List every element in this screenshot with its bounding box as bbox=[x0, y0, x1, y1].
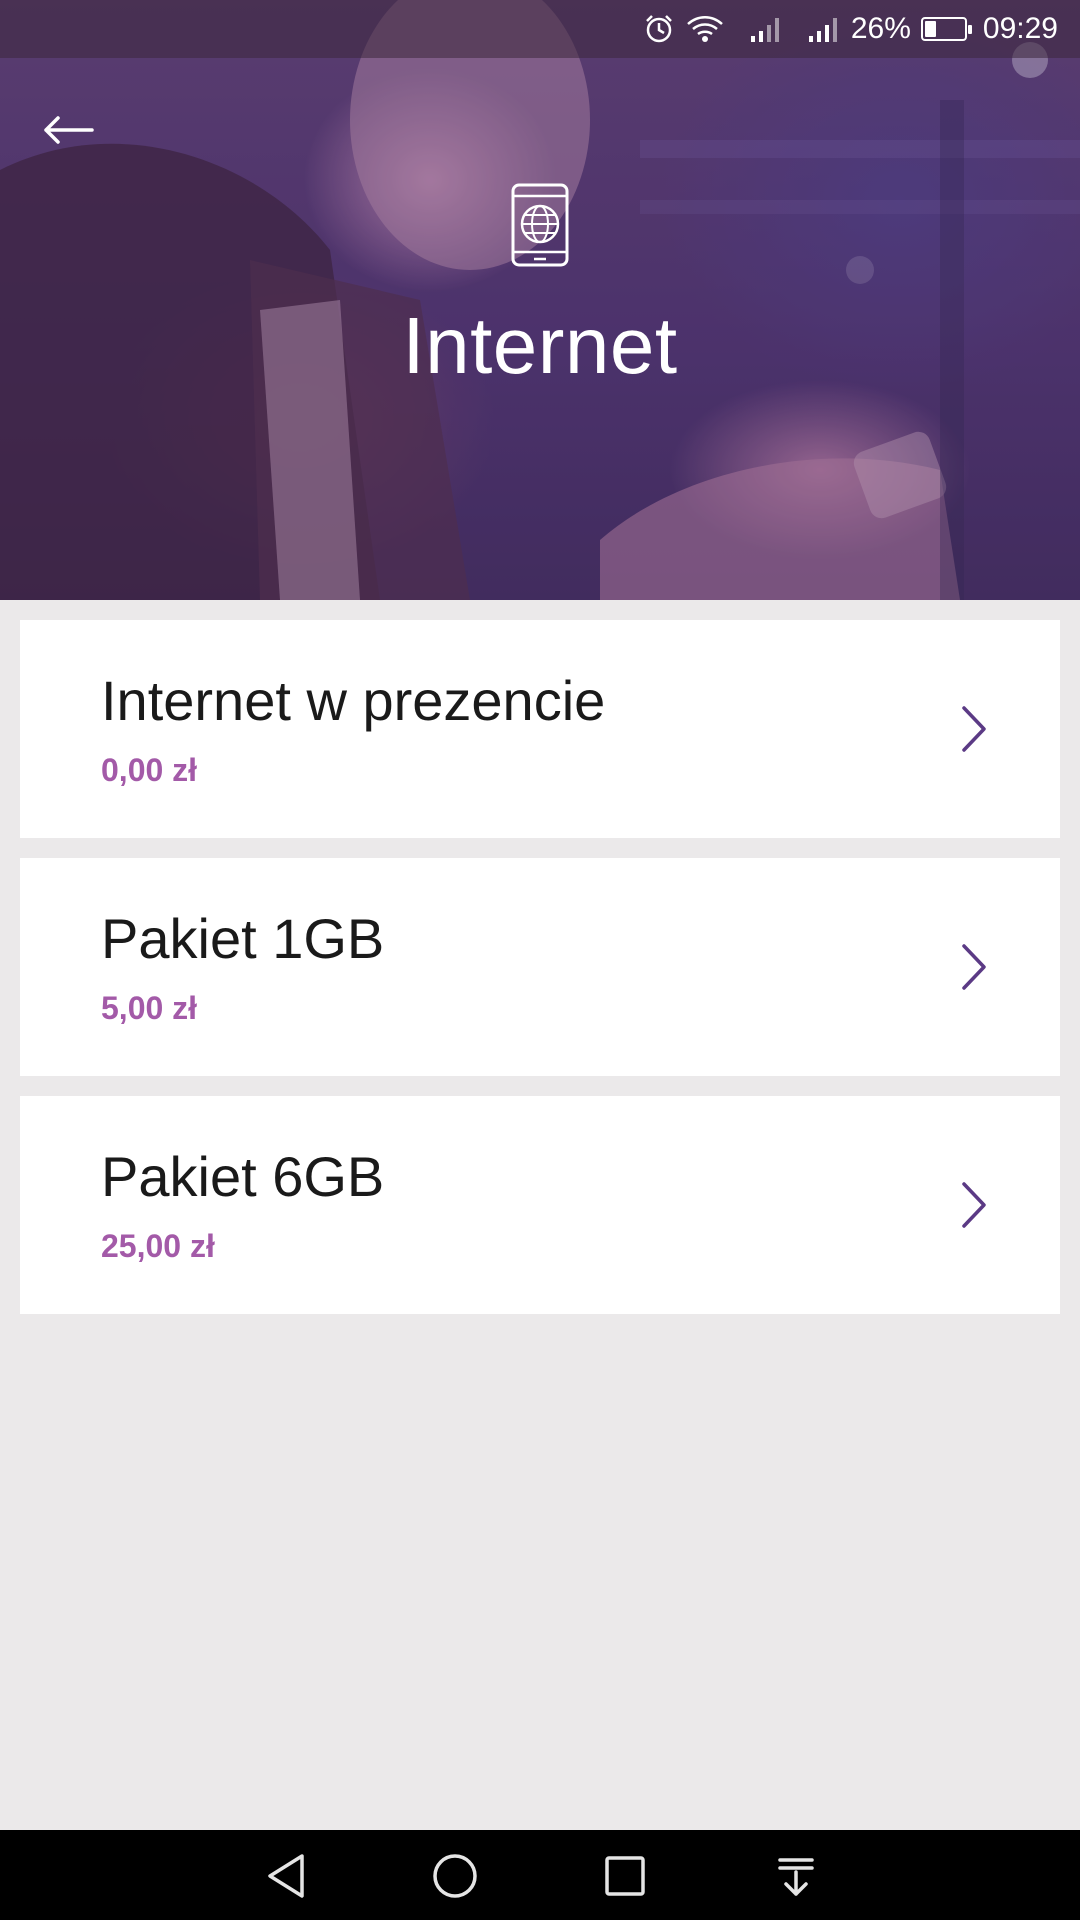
offer-item-pakiet-1gb[interactable]: Pakiet 1GB 5,00 zł bbox=[20, 858, 1060, 1076]
nav-notifications-button[interactable] bbox=[770, 1850, 822, 1902]
navigation-bar bbox=[0, 1830, 1080, 1920]
nav-home-button[interactable] bbox=[429, 1850, 481, 1902]
status-bar: 26% 09:29 bbox=[0, 0, 1080, 58]
offer-item-pakiet-6gb[interactable]: Pakiet 6GB 25,00 zł bbox=[20, 1096, 1060, 1314]
notifications-down-icon bbox=[778, 1858, 814, 1896]
nav-recents-button[interactable] bbox=[599, 1850, 651, 1902]
offer-name: Internet w prezencie bbox=[101, 669, 606, 732]
offer-name: Pakiet 1GB bbox=[101, 907, 385, 970]
offer-price: 5,00 zł bbox=[101, 990, 198, 1026]
tablet-globe-icon bbox=[510, 182, 570, 268]
home-circle-icon bbox=[433, 1854, 477, 1898]
page-title: Internet bbox=[402, 301, 678, 390]
back-button[interactable] bbox=[38, 100, 98, 160]
offer-name: Pakiet 6GB bbox=[101, 1145, 385, 1208]
offer-price: 25,00 zł bbox=[101, 1228, 215, 1264]
offer-list: Internet w prezencie 0,00 zł Pakiet 1GB … bbox=[20, 620, 1060, 1334]
signal-icon bbox=[807, 14, 841, 44]
battery-icon bbox=[920, 17, 972, 41]
battery-fill bbox=[924, 21, 936, 37]
nav-back-button[interactable] bbox=[262, 1850, 314, 1902]
alarm-icon bbox=[643, 13, 675, 45]
chevron-right-icon bbox=[962, 1182, 986, 1228]
chevron-right-icon bbox=[962, 706, 986, 752]
wifi-icon bbox=[685, 13, 725, 45]
chevron-right-icon bbox=[962, 944, 986, 990]
back-triangle-icon bbox=[268, 1854, 304, 1898]
status-time: 09:29 bbox=[982, 12, 1058, 45]
recents-square-icon bbox=[605, 1856, 645, 1896]
battery-percent: 26% bbox=[850, 12, 911, 45]
offer-item-internet-w-prezencie[interactable]: Internet w prezencie 0,00 zł bbox=[20, 620, 1060, 838]
signal-icon bbox=[749, 14, 783, 44]
offer-price: 0,00 zł bbox=[101, 752, 198, 788]
status-icons: 26% 09:29 bbox=[643, 0, 1058, 58]
arrow-left-icon bbox=[44, 116, 94, 144]
